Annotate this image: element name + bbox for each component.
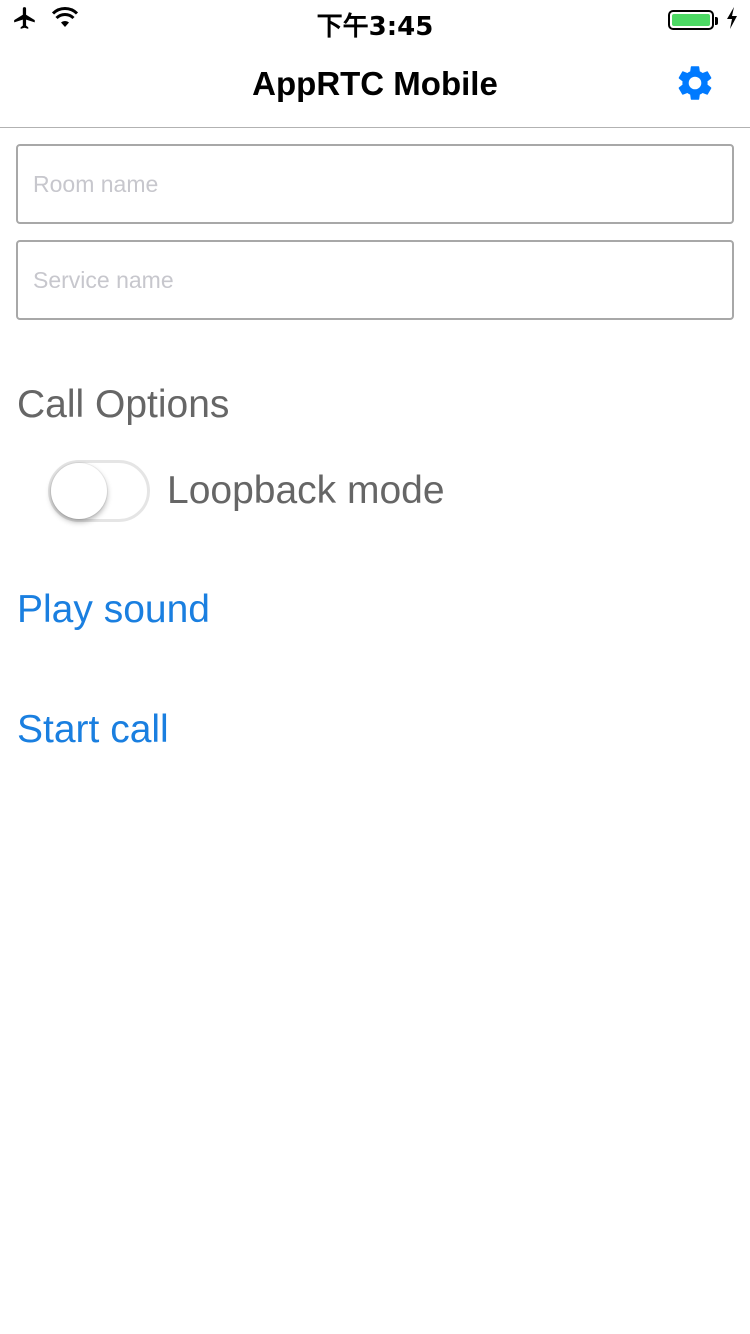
room-name-field[interactable] bbox=[16, 144, 734, 224]
room-name-input[interactable] bbox=[33, 146, 717, 222]
settings-button[interactable] bbox=[672, 60, 718, 106]
battery-cap bbox=[715, 17, 718, 25]
loopback-row: Loopback mode bbox=[48, 460, 445, 522]
page-title: AppRTC Mobile bbox=[252, 64, 498, 102]
gear-icon bbox=[678, 66, 712, 100]
battery-level bbox=[672, 14, 710, 26]
status-bar: 下午3:45 bbox=[0, 0, 750, 42]
service-name-field[interactable] bbox=[16, 240, 734, 320]
battery-icon bbox=[668, 10, 718, 30]
toggle-knob bbox=[51, 463, 107, 519]
navigation-bar: AppRTC Mobile bbox=[0, 40, 750, 128]
status-time: 下午3:45 bbox=[316, 12, 434, 42]
service-name-input[interactable] bbox=[33, 242, 717, 318]
loopback-toggle[interactable] bbox=[48, 460, 150, 522]
app-screen: 下午3:45 AppRTC Mobile Call Opt bbox=[0, 0, 750, 1334]
play-sound-button[interactable]: Play sound bbox=[17, 588, 210, 632]
start-call-button[interactable]: Start call bbox=[17, 708, 169, 752]
call-options-title: Call Options bbox=[17, 383, 230, 426]
loopback-label: Loopback mode bbox=[167, 469, 445, 512]
